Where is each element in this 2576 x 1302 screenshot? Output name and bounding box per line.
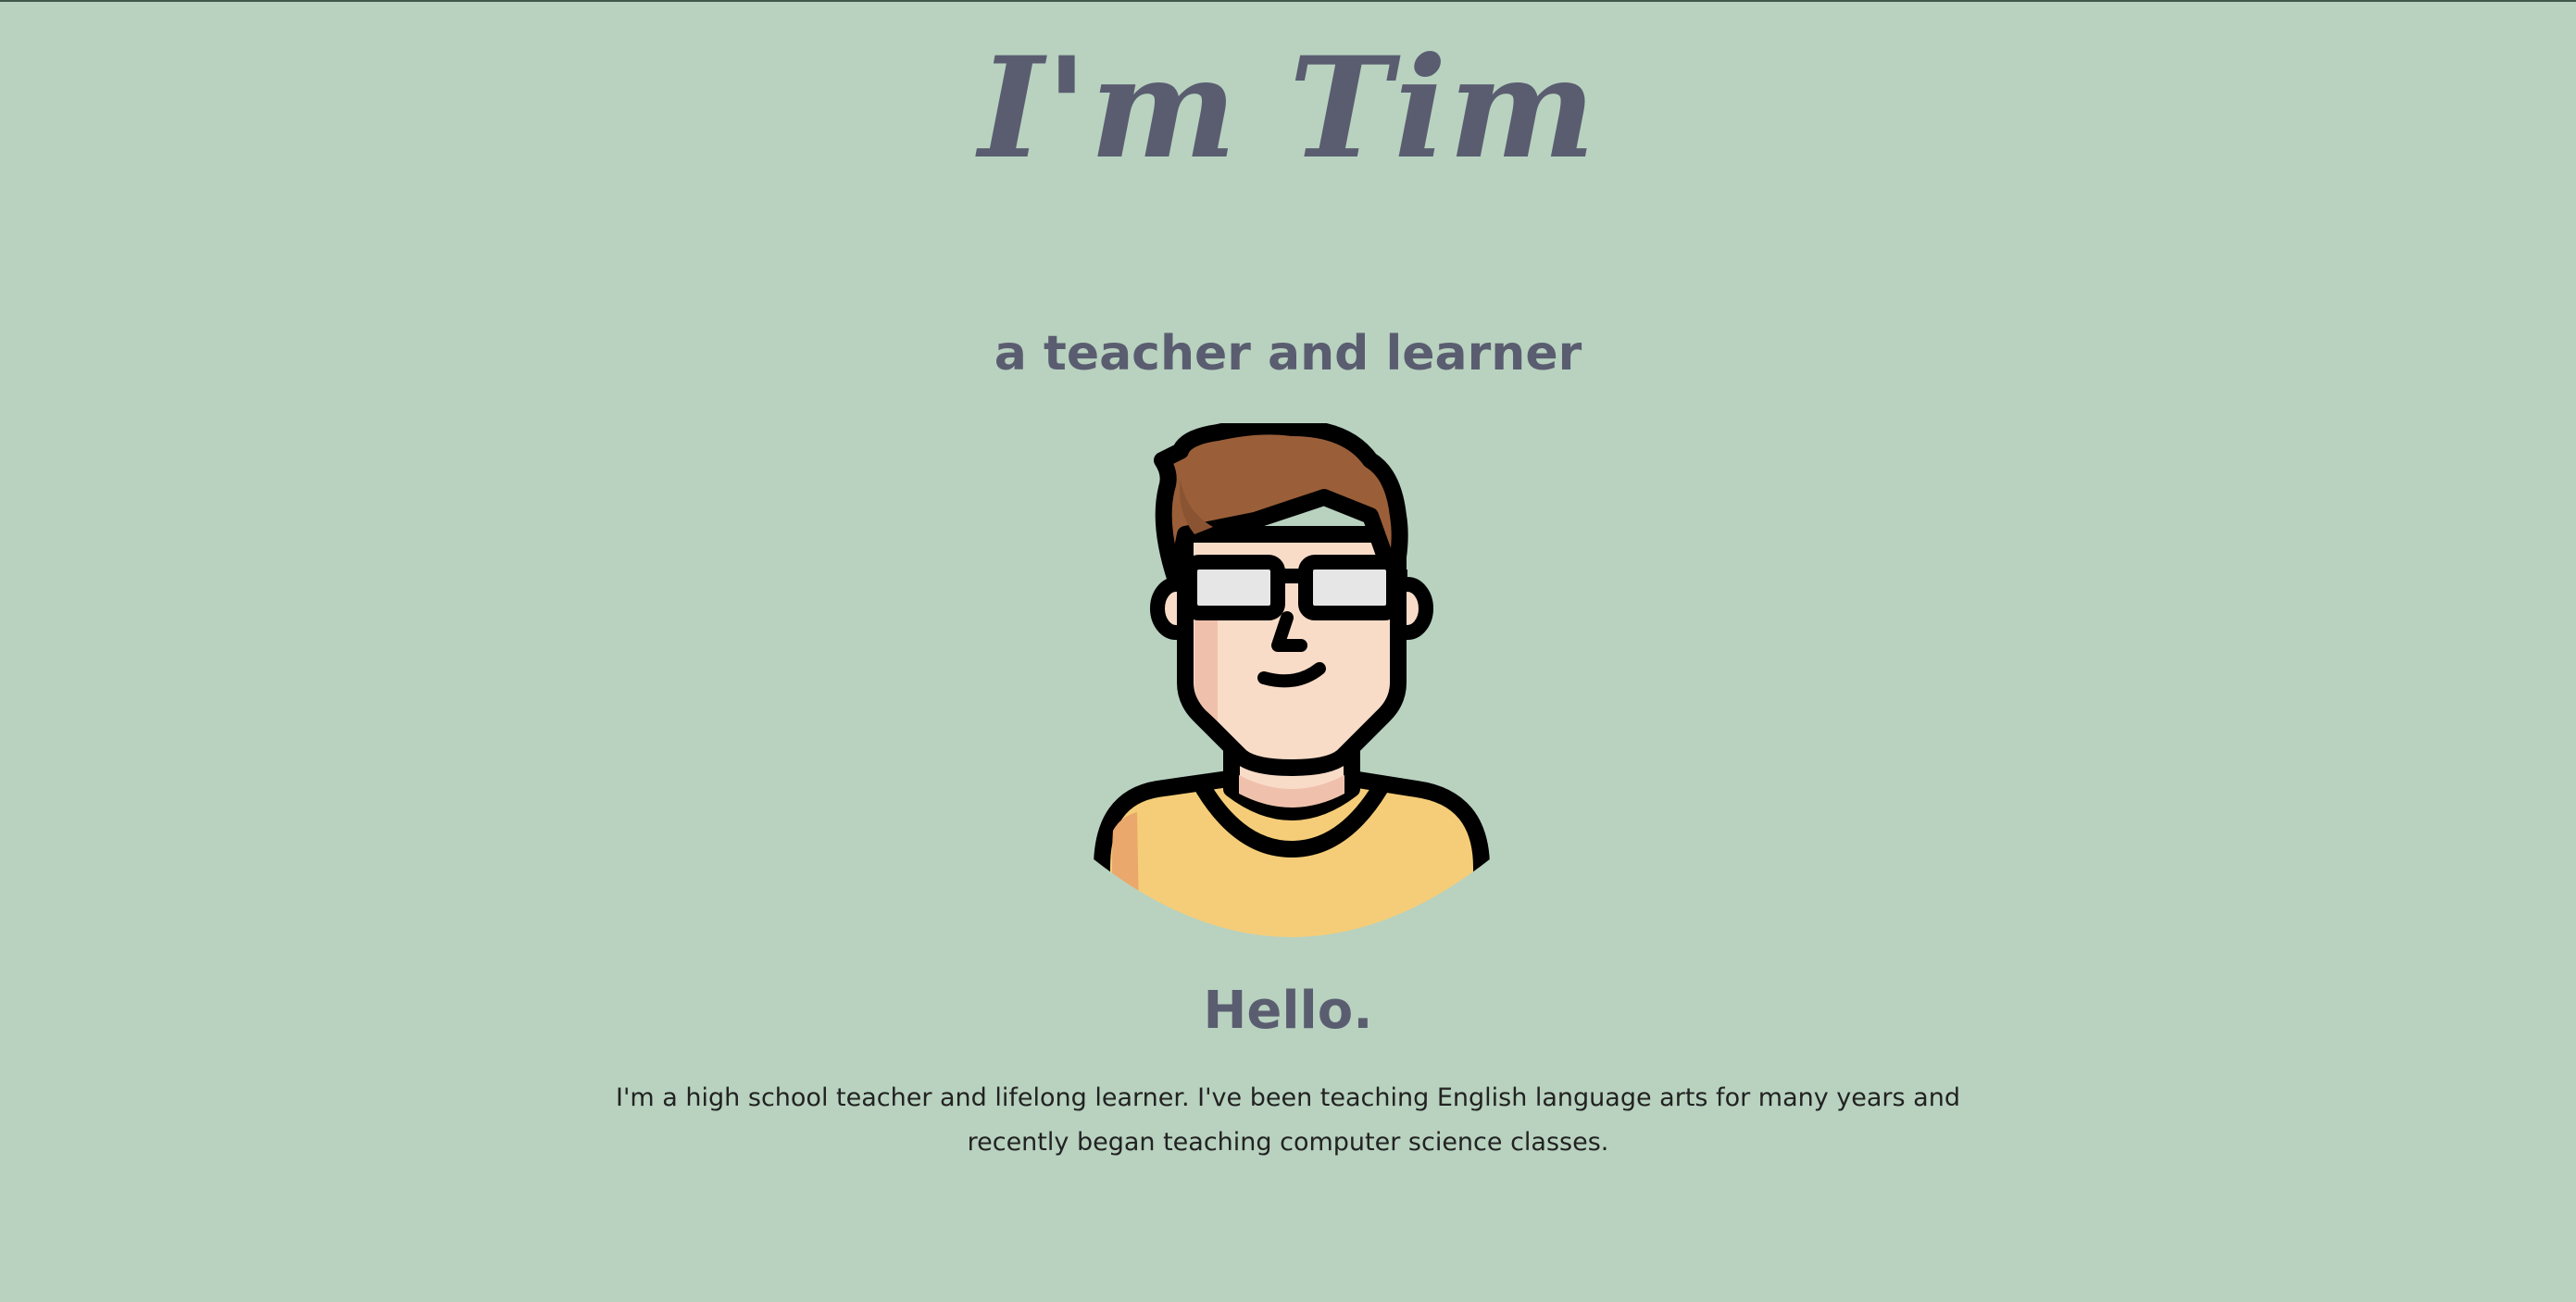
page-title: I'm Tim <box>978 27 1598 190</box>
avatar <box>1093 418 1491 946</box>
teacher-avatar-icon <box>1094 418 1490 937</box>
page-subtitle: a teacher and learner <box>994 326 1582 382</box>
intro-heading: Hello. <box>1203 981 1373 1041</box>
page: I'm Tim a teacher and learner Hello. I'm… <box>0 2 2576 1302</box>
intro-text: I'm a high school teacher and lifelong l… <box>616 1083 1960 1157</box>
